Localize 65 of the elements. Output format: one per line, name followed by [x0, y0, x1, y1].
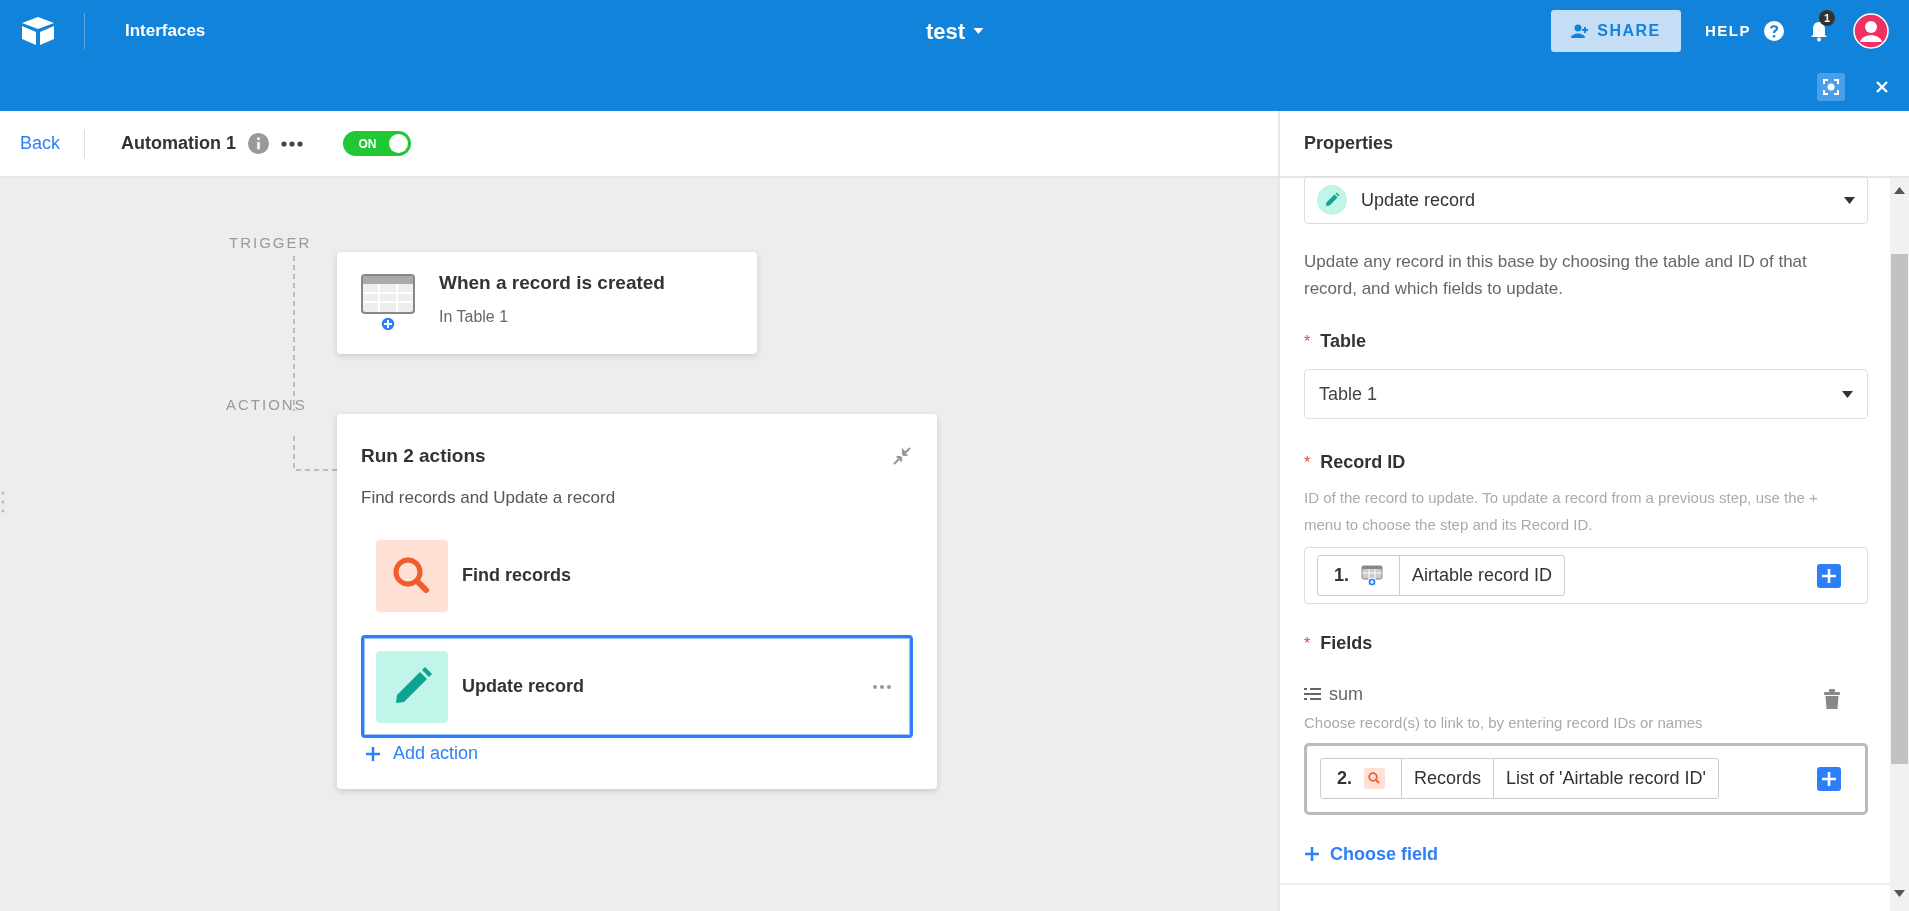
- help-link[interactable]: HELP: [1705, 19, 1751, 43]
- pencil-icon: [1317, 185, 1347, 215]
- search-icon: [376, 539, 448, 612]
- table-add-icon: [1361, 564, 1383, 587]
- bell-icon[interactable]: [1809, 20, 1829, 42]
- record-id-input[interactable]: 1. Airtable record ID: [1304, 547, 1868, 604]
- add-icon[interactable]: [1817, 563, 1841, 588]
- field-label: Record ID: [1320, 451, 1406, 474]
- connector-line: [292, 436, 339, 472]
- token-pill[interactable]: 2. Records List of 'Airtable record ID': [1320, 758, 1719, 799]
- plus-icon: [1304, 846, 1320, 862]
- scrollbar-thumb[interactable]: [1891, 254, 1908, 764]
- scroll-up-icon[interactable]: [1894, 187, 1905, 194]
- trigger-section-label: TRIGGER: [229, 233, 312, 253]
- scroll-down-icon[interactable]: [1894, 890, 1905, 897]
- actions-section-label: ACTIONS: [226, 395, 307, 415]
- interfaces-link[interactable]: Interfaces: [125, 18, 206, 44]
- trigger-subtitle: In Table 1: [439, 307, 510, 328]
- caret-icon: [1844, 196, 1855, 204]
- token-pill[interactable]: 1. Airtable record ID: [1317, 555, 1566, 596]
- add-action-button[interactable]: Add action: [365, 740, 913, 767]
- trigger-title: When a record is created: [439, 270, 665, 295]
- actions-description: Find records and Update a record: [361, 486, 617, 509]
- action-item[interactable]: Update record: [361, 635, 913, 738]
- scrollbar[interactable]: [1890, 178, 1909, 911]
- caret-icon: [1842, 390, 1853, 398]
- field-label: Table: [1320, 330, 1366, 353]
- caret-icon: [973, 28, 984, 34]
- field-help-text: Choose record(s) to link to, by entering record IDs or names: [1304, 713, 1704, 733]
- close-icon[interactable]: [1875, 79, 1889, 94]
- step-number: 2.: [1337, 767, 1352, 790]
- trigger-card[interactable]: When a record is created In Table 1: [337, 252, 757, 354]
- required-mark: *: [1304, 633, 1311, 654]
- add-icon[interactable]: [1817, 766, 1841, 791]
- table-dropdown[interactable]: Table 1: [1304, 369, 1868, 419]
- base-title-button[interactable]: test: [925, 14, 984, 48]
- automation-name[interactable]: Automation 1: [121, 130, 237, 157]
- step-number: 1.: [1334, 564, 1349, 587]
- actions-title: Run 2 actions: [361, 444, 486, 468]
- search-icon: [1364, 768, 1385, 789]
- back-link[interactable]: Back: [20, 130, 61, 157]
- linked-field-icon: [1304, 687, 1321, 701]
- field-name: sum: [1329, 682, 1363, 706]
- action-type-dropdown[interactable]: Update record: [1304, 176, 1868, 224]
- plus-icon: [365, 745, 381, 762]
- action-description: Update any record in this base by choosing the table and ID of that record, and which fields to update.: [1304, 251, 1808, 300]
- panel-title: Properties: [1304, 132, 1394, 155]
- field-value-input[interactable]: 2. Records List of 'Airtable record ID': [1304, 742, 1868, 815]
- required-mark: *: [1304, 331, 1311, 352]
- notification-count: 1: [1819, 10, 1835, 26]
- field-help-text: ID of the record to update. To update a record from a previous step, use the + menu to choose the step and its Record ID.: [1304, 488, 1819, 535]
- pencil-icon: [376, 650, 448, 723]
- choose-field-button[interactable]: Choose field: [1304, 840, 1868, 868]
- help-icon[interactable]: [1763, 20, 1785, 42]
- field-label: Fields: [1320, 632, 1373, 655]
- avatar-icon[interactable]: [1853, 13, 1889, 49]
- add-person-icon: [1571, 24, 1590, 38]
- info-icon[interactable]: [248, 133, 270, 154]
- logo-icon[interactable]: [20, 16, 56, 46]
- delete-icon[interactable]: [1824, 689, 1840, 709]
- table-add-icon: [361, 274, 415, 332]
- action-item[interactable]: Find records: [361, 524, 913, 627]
- more-icon[interactable]: [281, 140, 304, 147]
- required-mark: *: [1304, 452, 1311, 473]
- focus-mode-icon[interactable]: [1817, 72, 1845, 101]
